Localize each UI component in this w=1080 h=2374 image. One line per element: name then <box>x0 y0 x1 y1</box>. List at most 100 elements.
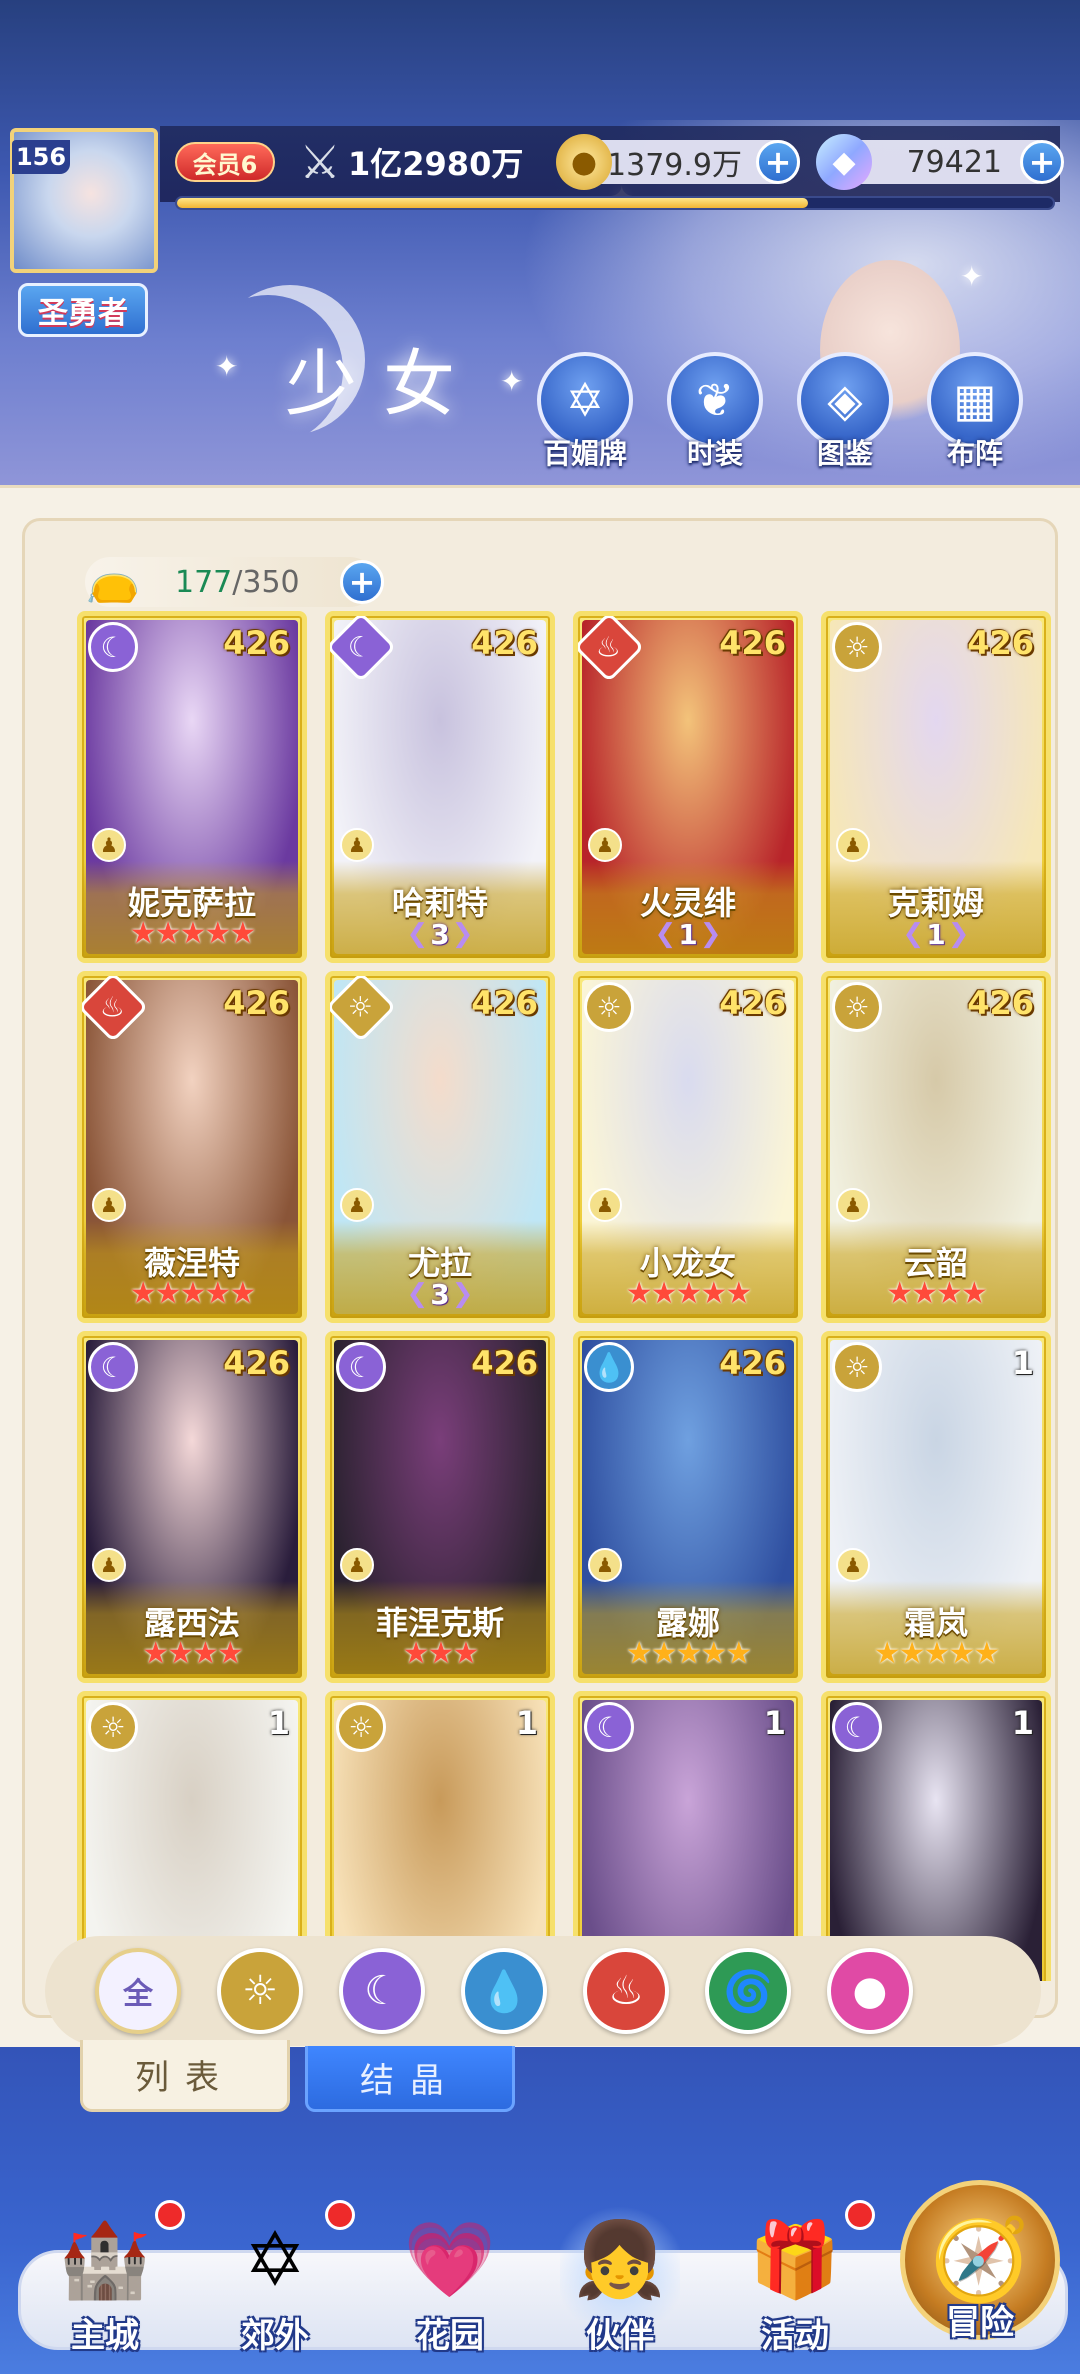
sun-element-icon[interactable]: ☼ <box>217 1948 303 2034</box>
all-filter-icon[interactable]: 全 <box>95 1948 181 2034</box>
sun-element-icon: ☼ <box>336 1702 386 1752</box>
filter-label: 全 <box>123 1977 153 2012</box>
element-filter-bar: 全 ☼ ☾ 💧 ♨ 🌀 ● <box>45 1936 1041 2046</box>
player-title-badge[interactable]: 圣勇者 <box>18 283 148 337</box>
sparkle-icon: ✦ <box>960 260 984 293</box>
sword-power-icon: ⚔ <box>299 135 341 189</box>
star-rating: ★★★★★ <box>625 1636 752 1671</box>
partner-level: 426 <box>471 624 538 662</box>
wing-left-icon: ❮ <box>406 1279 429 1309</box>
moon-element-icon: ☾ <box>584 1702 634 1752</box>
wing-awaken-badge: ❮ 3 ❯ <box>390 916 490 952</box>
water-element-icon: 💧 <box>584 1342 634 1392</box>
partner-level: 426 <box>719 1344 786 1382</box>
wing-left-icon: ❮ <box>654 919 677 949</box>
sparkle-icon: ✦ <box>215 350 239 383</box>
gem-crystal-icon: ◆ <box>816 134 872 190</box>
sun-element-icon: ☼ <box>832 982 882 1032</box>
partner-capacity: 👝 177/350 + <box>85 554 384 607</box>
moon-element-icon: ☾ <box>336 1342 386 1392</box>
chess-rank-icon: ♟ <box>836 1188 870 1222</box>
add-gem-button[interactable]: + <box>1020 140 1064 184</box>
capacity-max: /350 <box>232 565 300 600</box>
star-rating: ★★★ <box>402 1636 480 1671</box>
sun-element-icon: ☼ <box>832 622 882 672</box>
chess-rank-icon: ♟ <box>340 1548 374 1582</box>
dark-element-icon[interactable]: ● <box>827 1948 913 2034</box>
chess-rank-icon: ♟ <box>836 1548 870 1582</box>
feature-button-3[interactable]: ▦ 布阵 <box>920 352 1030 472</box>
fire-element-icon[interactable]: ♨ <box>583 1948 669 2034</box>
nav-label-adventure[interactable]: 冒险 <box>910 2295 1050 2344</box>
moon-element-icon[interactable]: ☾ <box>339 1948 425 2034</box>
partner-panel: 👝 177/350 + ☾ 426 ♟ 妮克萨拉 ★★★★★ ☾ 426 ♟ 哈莉特 ❮ 3 ❯ ♨ 42… <box>0 485 1080 2047</box>
page-title: 少女 <box>285 342 482 426</box>
feature-button-0[interactable]: ✡ 百媚牌 <box>530 352 640 472</box>
partner-card[interactable]: ☼ 426 ♟ 小龙女 ★★★★★ <box>573 971 803 1323</box>
feature-button-label: 图鉴 <box>816 437 873 470</box>
chess-rank-icon: ♟ <box>340 1188 374 1222</box>
star-rating: ★★★★★ <box>129 1276 256 1311</box>
wing-right-icon: ❯ <box>947 919 970 949</box>
player-level: 156 <box>12 140 70 174</box>
wing-level: 3 <box>430 1277 450 1311</box>
partner-card[interactable]: ☾ 426 ♟ 露西法 ★★★★ <box>77 1331 307 1683</box>
wind-element-icon[interactable]: 🌀 <box>705 1948 791 2034</box>
sun-element-icon: ☼ <box>832 1342 882 1392</box>
wing-right-icon: ❯ <box>451 1279 474 1309</box>
notification-dot <box>325 2200 355 2230</box>
partner-card[interactable]: ☼ 426 ♟ 云韶 ★★★★ <box>821 971 1051 1323</box>
wing-awaken-badge: ❮ 3 ❯ <box>390 1276 490 1312</box>
chess-rank-icon: ♟ <box>92 828 126 862</box>
water-element-icon[interactable]: 💧 <box>461 1948 547 2034</box>
partner-card[interactable]: ♨ 426 ♟ 薇涅特 ★★★★★ <box>77 971 307 1323</box>
expand-capacity-button[interactable]: + <box>340 560 384 604</box>
feature-button-1[interactable]: ❦ 时装 <box>660 352 770 472</box>
nav-item-3[interactable]: 👧 伙伴 <box>545 2200 695 2360</box>
exp-bar-fill <box>177 198 808 208</box>
partner-card-grid[interactable]: ☾ 426 ♟ 妮克萨拉 ★★★★★ ☾ 426 ♟ 哈莉特 ❮ 3 ❯ ♨ 426 ♟ 火灵绯 ❮ 1 ❯ ☼ 426… <box>55 611 1055 1981</box>
wing-right-icon: ❯ <box>699 919 722 949</box>
nav-label: 主城 <box>71 2316 139 2356</box>
partner-card[interactable]: ☾ 426 ♟ 妮克萨拉 ★★★★★ <box>77 611 307 963</box>
castle-icon: 🏰 <box>58 2216 152 2303</box>
wing-level: 3 <box>430 917 450 951</box>
gold-amount: 1379.9万 <box>607 148 742 183</box>
moon-element-icon: ☾ <box>88 622 138 672</box>
wing-awaken-badge: ❮ 1 ❯ <box>638 916 738 952</box>
wing-left-icon: ❮ <box>902 919 925 949</box>
moon-element-icon: ☾ <box>832 1702 882 1752</box>
tab-list[interactable]: 列表 <box>80 2040 290 2112</box>
gold-coin-icon: ● <box>556 134 612 190</box>
bag-icon: 👝 <box>85 554 141 605</box>
capacity-text: 177/350 <box>175 565 300 600</box>
partner-card[interactable]: 💧 426 ♟ 露娜 ★★★★★ <box>573 1331 803 1683</box>
partner-card[interactable]: ♨ 426 ♟ 火灵绯 ❮ 1 ❯ <box>573 611 803 963</box>
heart-garden-icon: 💗 <box>403 2216 497 2303</box>
partner-card[interactable]: ☼ 426 ♟ 尤拉 ❮ 3 ❯ <box>325 971 555 1323</box>
tab-crystal[interactable]: 结晶 <box>305 2046 515 2112</box>
partner-card[interactable]: ☼ 426 ♟ 克莉姆 ❮ 1 ❯ <box>821 611 1051 963</box>
nav-item-2[interactable]: 💗 花园 <box>375 2200 525 2360</box>
gem-amount: 79421 <box>906 144 1002 180</box>
partner-card[interactable]: ☾ 426 ♟ 哈莉特 ❮ 3 ❯ <box>325 611 555 963</box>
chess-rank-icon: ♟ <box>836 828 870 862</box>
partner-level: 426 <box>471 1344 538 1382</box>
add-gold-button[interactable]: + <box>756 140 800 184</box>
partner-level: 426 <box>223 984 290 1022</box>
capacity-current: 177 <box>175 565 233 600</box>
partner-level: 1 <box>763 1704 786 1742</box>
partner-level: 426 <box>967 984 1034 1022</box>
partner-panel-inner: 👝 177/350 + ☾ 426 ♟ 妮克萨拉 ★★★★★ ☾ 426 ♟ 哈莉特 ❮ 3 ❯ ♨ 42… <box>22 518 1058 2046</box>
vip-badge[interactable]: 会员6 <box>175 142 275 182</box>
nav-label: 郊外 <box>241 2316 309 2356</box>
partner-card[interactable]: ☼ 1 ♟ 霜岚 ★★★★★ <box>821 1331 1051 1683</box>
partner-level: 426 <box>223 624 290 662</box>
feature-button-2[interactable]: ◈ 图鉴 <box>790 352 900 472</box>
feature-button-label: 时装 <box>686 437 743 470</box>
partner-card[interactable]: ☾ 426 ♟ 菲涅克斯 ★★★ <box>325 1331 555 1683</box>
wing-left-icon: ❮ <box>406 919 429 949</box>
wing-right-icon: ❯ <box>451 919 474 949</box>
nav-label: 花园 <box>416 2316 484 2356</box>
partner-level: 426 <box>471 984 538 1022</box>
